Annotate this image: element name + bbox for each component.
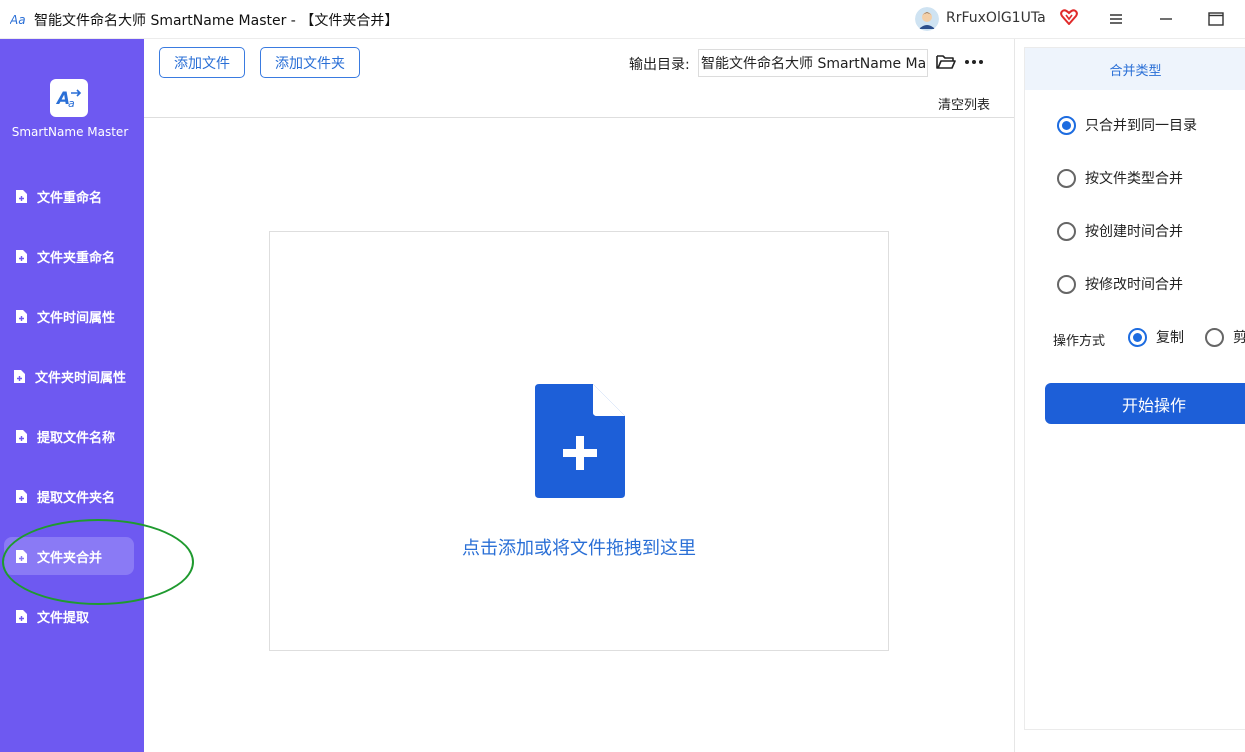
folder-open-icon[interactable] [936,53,956,71]
clear-list-button[interactable]: 清空列表 [938,94,990,113]
merge-option-by-type[interactable]: 按文件类型合并 [1057,168,1183,188]
sidebar-item-label: 提取文件名称 [37,430,116,446]
drop-zone[interactable]: 点击添加或将文件拖拽到这里 [269,231,889,651]
file-icon [14,369,25,383]
merge-option-same-dir[interactable]: 只合并到同一目录 [1057,115,1197,135]
sidebar-item-label: 文件重命名 [37,190,103,206]
add-file-button[interactable]: 添加文件 [159,47,245,78]
sidebar-item-folder-rename[interactable]: 文件夹重命名 [4,237,134,275]
maximize-icon[interactable] [1204,8,1228,30]
operation-cut[interactable]: 剪 [1205,327,1245,347]
radio-selected[interactable] [1057,115,1076,135]
svg-text:a: a [68,97,75,110]
file-icon [16,489,27,503]
add-folder-button[interactable]: 添加文件夹 [260,47,360,78]
file-icon [16,309,27,323]
sidebar-logo: A a [50,79,88,117]
sidebar: A a SmartName Master 文件重命名 文件夹重命名 文件时间属性… [0,39,144,752]
file-icon [16,189,27,203]
panel-divider [1014,39,1015,752]
sidebar-item-label: 提取文件夹名 [37,490,116,506]
sidebar-logo-text: SmartName Master [11,125,129,139]
title-bar: Aa 智能文件命名大师 SmartName Master - 【文件夹合并】 R… [0,0,1245,39]
merge-option-label: 按创建时间合并 [1085,224,1183,240]
file-icon [16,249,27,263]
merge-option-label: 按修改时间合并 [1085,277,1183,293]
app-logo-icon: Aa [10,13,26,27]
operation-copy[interactable]: 复制 [1128,327,1184,347]
sidebar-item-label: 文件提取 [37,610,90,626]
sidebar-item-label: 文件夹时间属性 [35,370,127,386]
radio-unselected[interactable] [1205,327,1224,347]
add-file-icon[interactable] [535,384,625,498]
drop-hint: 点击添加或将文件拖拽到这里 [462,538,696,559]
output-dir-input[interactable] [698,49,928,77]
file-icon [16,609,27,623]
minimize-icon[interactable] [1154,8,1178,30]
sidebar-item-folder-time[interactable]: 文件夹时间属性 [4,357,134,395]
file-icon [16,429,27,443]
sidebar-item-label: 文件夹重命名 [37,250,116,266]
merge-option-by-created[interactable]: 按创建时间合并 [1057,221,1183,241]
merge-option-by-modified[interactable]: 按修改时间合并 [1057,274,1183,294]
menu-icon[interactable] [1104,8,1128,30]
merge-settings-panel: 合并类型 只合并到同一目录 按文件类型合并 按创建时间合并 按修改时间合并 操作… [1024,47,1245,730]
panel-header: 合并类型 [1025,48,1245,90]
sidebar-item-file-extract[interactable]: 文件提取 [4,597,134,635]
sidebar-item-extract-foldername[interactable]: 提取文件夹名 [4,477,134,515]
sidebar-item-file-time[interactable]: 文件时间属性 [4,297,134,335]
radio-unselected[interactable] [1057,274,1076,294]
window-title: 智能文件命名大师 SmartName Master - 【文件夹合并】 [34,13,399,29]
sidebar-item-label: 文件时间属性 [37,310,116,326]
sidebar-item-label: 文件夹合并 [37,550,103,566]
operation-option-label: 剪 [1233,330,1245,346]
start-button[interactable]: 开始操作 [1045,383,1245,424]
merge-option-label: 按文件类型合并 [1085,171,1183,187]
operation-option-label: 复制 [1156,330,1184,346]
user-avatar[interactable] [915,7,939,31]
sidebar-item-extract-filename[interactable]: 提取文件名称 [4,417,134,455]
file-icon [16,549,27,563]
radio-unselected[interactable] [1057,168,1076,188]
toolbar-divider [144,117,1014,118]
operation-label: 操作方式 [1053,334,1106,349]
vip-heart-icon[interactable] [1060,9,1078,25]
user-name[interactable]: RrFuxOlG1UTa [946,10,1046,26]
merge-option-label: 只合并到同一目录 [1085,118,1197,134]
output-dir-label: 输出目录: [629,57,690,73]
sidebar-item-folder-merge[interactable]: 文件夹合并 [4,537,134,575]
svg-text:Aa: Aa [10,13,26,27]
more-icon[interactable] [963,53,985,71]
radio-selected[interactable] [1128,327,1147,347]
radio-unselected[interactable] [1057,221,1076,241]
app-logo-icon: A a [55,89,82,110]
sidebar-item-file-rename[interactable]: 文件重命名 [4,177,134,215]
